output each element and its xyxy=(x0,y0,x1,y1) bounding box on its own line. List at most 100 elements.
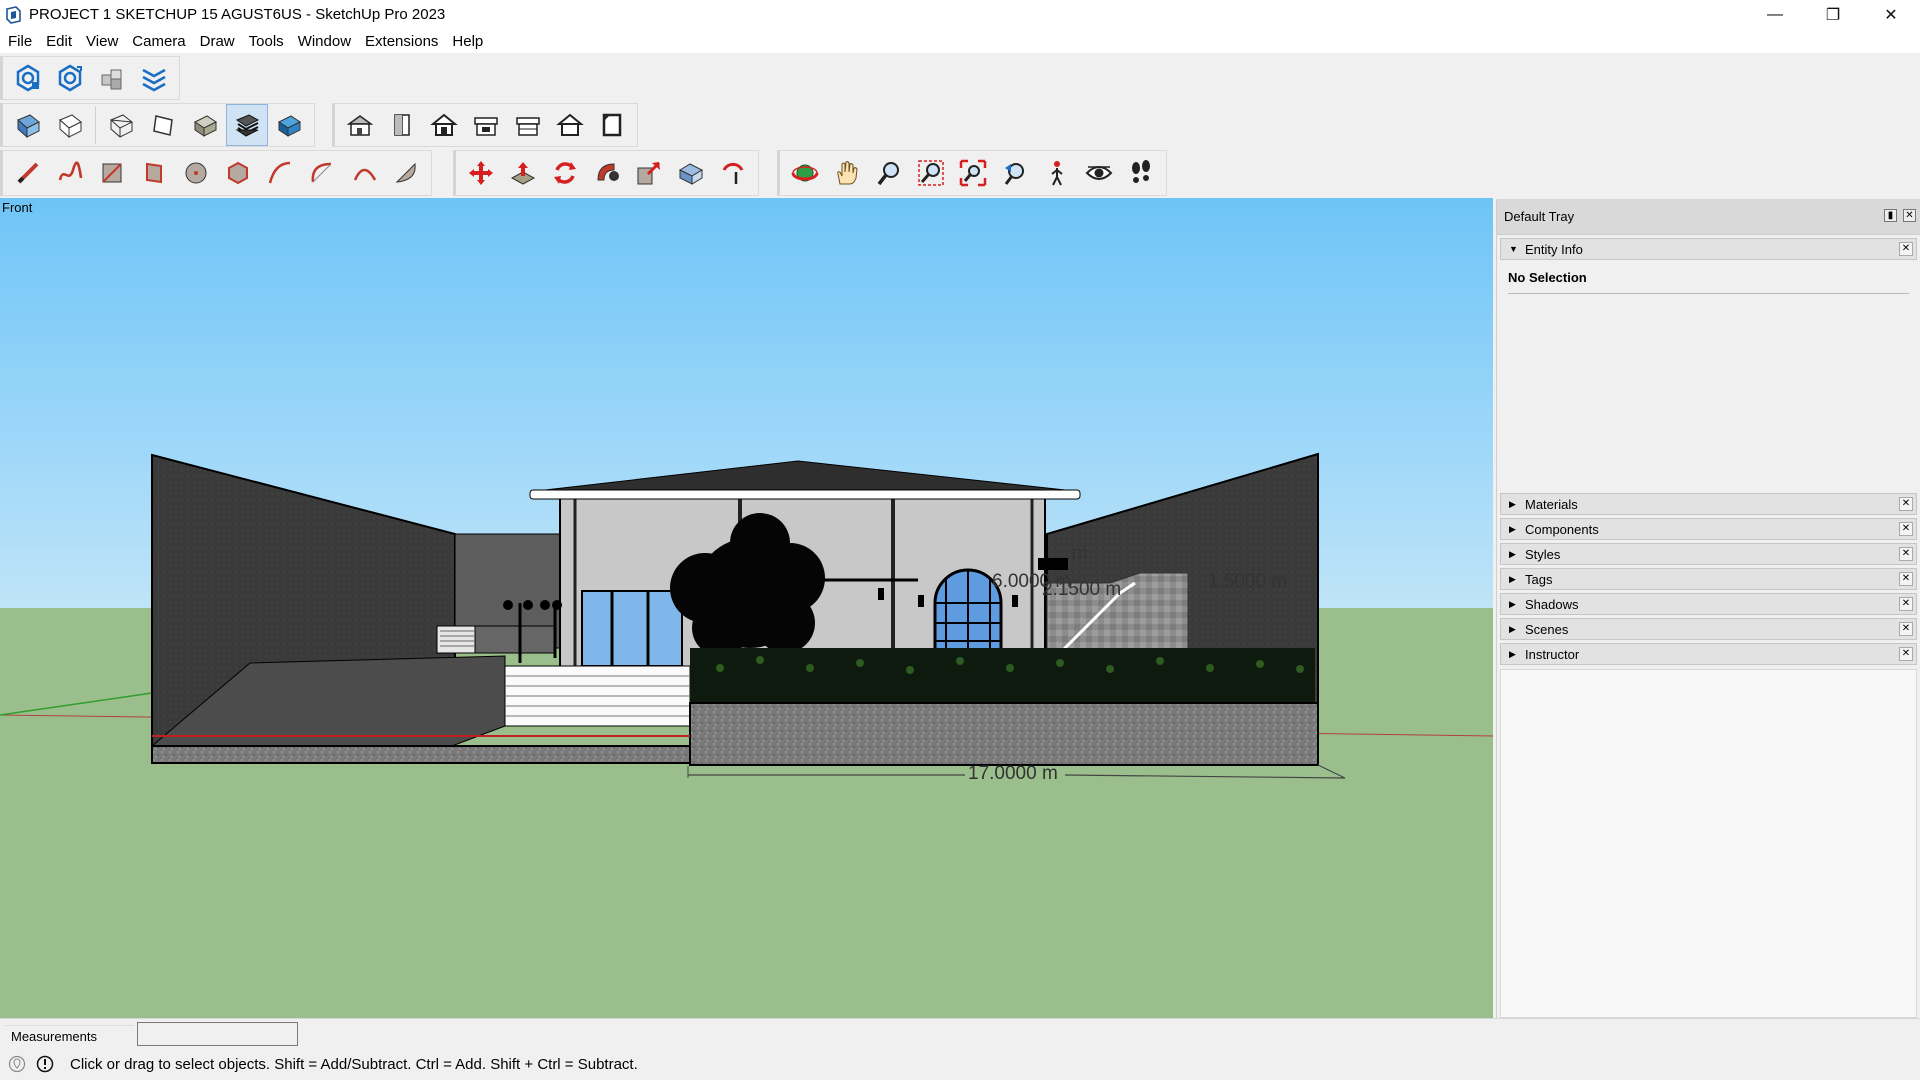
panel-close-icon[interactable]: ✕ xyxy=(1899,522,1913,536)
rotated-rectangle-tool-icon[interactable] xyxy=(133,152,175,194)
styles-toolbar xyxy=(0,103,315,147)
rotate-tool-icon[interactable] xyxy=(544,152,586,194)
close-button[interactable]: ✕ xyxy=(1862,0,1920,29)
minimize-button[interactable]: — xyxy=(1746,0,1804,29)
offset-tool-icon[interactable] xyxy=(670,152,712,194)
push-pull-tool-icon[interactable] xyxy=(502,152,544,194)
zoom-extents-tool-icon[interactable] xyxy=(952,152,994,194)
pan-tool-icon[interactable] xyxy=(826,152,868,194)
edit-toolbar xyxy=(453,150,759,196)
menu-window[interactable]: Window xyxy=(291,33,358,50)
panel-close-icon[interactable]: ✕ xyxy=(1899,622,1913,636)
front-view-icon[interactable] xyxy=(423,104,465,146)
3-point-arc-tool-icon[interactable] xyxy=(343,152,385,194)
menu-tools[interactable]: Tools xyxy=(242,33,291,50)
xray-style-icon[interactable] xyxy=(7,104,49,146)
follow-me-tool-icon[interactable] xyxy=(586,152,628,194)
dimension-label-4[interactable]: m xyxy=(1072,543,1088,565)
menu-draw[interactable]: Draw xyxy=(193,33,242,50)
geolocation-icon[interactable] xyxy=(6,1053,28,1075)
arc-tool-icon[interactable] xyxy=(259,152,301,194)
position-camera-tool-icon[interactable] xyxy=(712,152,754,194)
panel-tags[interactable]: ▶ Tags ✕ xyxy=(1500,568,1917,590)
dimension-label-2[interactable]: 2.1500 m xyxy=(1042,579,1121,601)
restore-button[interactable]: ❐ xyxy=(1804,0,1862,29)
default-tray: Default Tray ▮ ✕ ▼ Entity Info ✕ No Sele… xyxy=(1496,199,1920,1018)
panel-label: Tags xyxy=(1525,571,1553,587)
extension-warehouse-icon[interactable] xyxy=(7,57,49,99)
sketchup-logo-icon xyxy=(4,5,22,24)
layout-send-icon[interactable] xyxy=(133,57,175,99)
footprints-tool-icon[interactable] xyxy=(1120,152,1162,194)
menu-help[interactable]: Help xyxy=(445,33,490,50)
walk-tool-icon[interactable] xyxy=(1036,152,1078,194)
info-icon[interactable] xyxy=(34,1053,56,1075)
top-view-icon[interactable] xyxy=(381,104,423,146)
iso-view-icon[interactable] xyxy=(339,104,381,146)
circle-tool-icon[interactable] xyxy=(175,152,217,194)
components-share-icon[interactable] xyxy=(91,57,133,99)
panel-shadows[interactable]: ▶ Shadows ✕ xyxy=(1500,593,1917,615)
panel-close-icon[interactable]: ✕ xyxy=(1899,597,1913,611)
wireframe-style-icon[interactable] xyxy=(100,104,142,146)
dimension-width-label[interactable]: 17.0000 m xyxy=(968,763,1058,785)
pie-tool-icon[interactable] xyxy=(385,152,427,194)
panel-close-icon[interactable]: ✕ xyxy=(1899,497,1913,511)
shaded-style-icon[interactable] xyxy=(184,104,226,146)
freehand-tool-icon[interactable] xyxy=(49,152,91,194)
3d-viewport[interactable]: Front 17.0000 m 6.0000 m 2.1500 m 1.5000… xyxy=(0,198,1493,1018)
menu-edit[interactable]: Edit xyxy=(39,33,79,50)
back-edges-style-icon[interactable] xyxy=(49,104,91,146)
monochrome-style-icon[interactable] xyxy=(268,104,310,146)
panel-close-icon[interactable]: ✕ xyxy=(1899,547,1913,561)
left-view-icon[interactable] xyxy=(549,104,591,146)
polygon-tool-icon[interactable] xyxy=(217,152,259,194)
orbit-tool-icon[interactable] xyxy=(784,152,826,194)
expanded-triangle-icon: ▼ xyxy=(1509,244,1518,254)
status-bar: Click or drag to select objects. Shift =… xyxy=(0,1048,1920,1080)
panel-scenes[interactable]: ▶ Scenes ✕ xyxy=(1500,618,1917,640)
menu-view[interactable]: View xyxy=(79,33,125,50)
zoom-window-tool-icon[interactable] xyxy=(910,152,952,194)
panel-close-icon[interactable]: ✕ xyxy=(1899,572,1913,586)
shaded-with-textures-style-icon[interactable] xyxy=(226,104,268,146)
menu-camera[interactable]: Camera xyxy=(125,33,192,50)
dimension-label-3[interactable]: 1.5000 m xyxy=(1208,571,1287,593)
panel-entity-info[interactable]: ▼ Entity Info ✕ xyxy=(1500,238,1917,260)
panel-instructor[interactable]: ▶ Instructor ✕ xyxy=(1500,643,1917,665)
right-view-icon[interactable] xyxy=(465,104,507,146)
panel-label: Scenes xyxy=(1525,621,1569,637)
rectangle-tool-icon[interactable] xyxy=(91,152,133,194)
3d-warehouse-icon[interactable] xyxy=(49,57,91,99)
menu-extensions[interactable]: Extensions xyxy=(358,33,445,50)
model-scene[interactable] xyxy=(0,198,1493,1018)
collapsed-triangle-icon: ▶ xyxy=(1509,648,1516,659)
tray-header: Default Tray ▮ ✕ xyxy=(1497,199,1920,235)
move-tool-icon[interactable] xyxy=(460,152,502,194)
measurements-input[interactable] xyxy=(137,1022,298,1046)
panel-components[interactable]: ▶ Components ✕ xyxy=(1500,518,1917,540)
look-around-tool-icon[interactable] xyxy=(1078,152,1120,194)
measurements-label: Measurements xyxy=(4,1025,134,1047)
panel-materials[interactable]: ▶ Materials ✕ xyxy=(1500,493,1917,515)
back-view-icon[interactable] xyxy=(507,104,549,146)
views-toolbar xyxy=(332,103,638,147)
tray-title: Default Tray xyxy=(1504,209,1575,224)
toolbar-area xyxy=(0,53,1920,198)
zoom-tool-icon[interactable] xyxy=(868,152,910,194)
menu-file[interactable]: File xyxy=(1,33,39,50)
scale-tool-icon[interactable] xyxy=(628,152,670,194)
panel-close-icon[interactable]: ✕ xyxy=(1899,242,1913,256)
pin-icon[interactable]: ▮ xyxy=(1884,209,1897,222)
hidden-line-style-icon[interactable] xyxy=(142,104,184,146)
previous-view-tool-icon[interactable] xyxy=(994,152,1036,194)
collapsed-triangle-icon: ▶ xyxy=(1509,623,1516,634)
perspective-view-icon[interactable] xyxy=(591,104,633,146)
panel-close-icon[interactable]: ✕ xyxy=(1899,647,1913,661)
tray-close-icon[interactable]: ✕ xyxy=(1903,209,1916,222)
status-hint-text: Click or drag to select objects. Shift =… xyxy=(70,1055,638,1073)
warehouse-toolbar xyxy=(0,56,180,100)
panel-styles[interactable]: ▶ Styles ✕ xyxy=(1500,543,1917,565)
2-point-arc-tool-icon[interactable] xyxy=(301,152,343,194)
pencil-tool-icon[interactable] xyxy=(7,152,49,194)
